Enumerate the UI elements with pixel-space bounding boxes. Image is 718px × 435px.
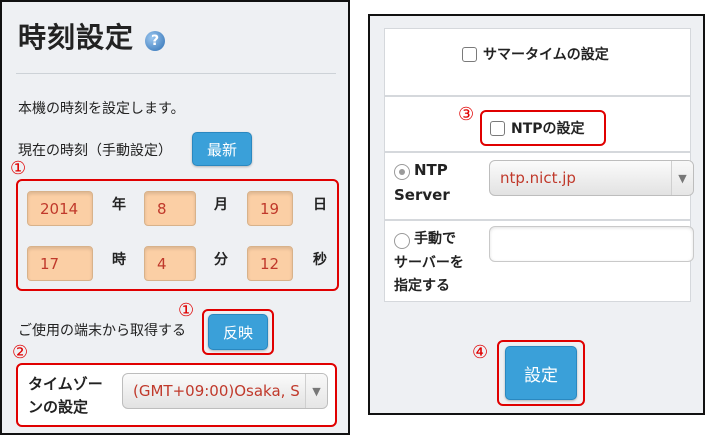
timezone-select[interactable]: (GMT+09:00)Osaka, S ▼ — [122, 373, 328, 409]
month-field[interactable]: 8 — [144, 191, 196, 226]
submit-button[interactable]: 設定 — [505, 346, 577, 400]
timezone-label-line2: ンの設定 — [28, 398, 89, 416]
ntp-server-radio[interactable] — [394, 164, 410, 180]
annotation-3: ③ — [458, 104, 475, 125]
ntp-settings-panel: サマータイムの設定 ③ NTPの設定 NTP Server ntp.nict.j… — [368, 14, 705, 415]
year-unit: 年 — [112, 197, 126, 213]
manual-label-line2: サーバーを — [394, 255, 464, 271]
ntp-checkbox-group[interactable]: NTPの設定 — [490, 118, 585, 138]
page-title: 時刻設定 — [18, 21, 135, 54]
manual-server-input[interactable] — [489, 226, 694, 262]
ntp-server-label-line1: NTP — [414, 161, 448, 179]
minute-unit: 分 — [214, 252, 228, 268]
divider — [16, 73, 336, 74]
annotation-1: ① — [10, 158, 27, 179]
second-unit: 秒 — [313, 252, 327, 268]
annotation-4: ④ — [472, 342, 489, 363]
year-field[interactable]: 2014 — [27, 191, 93, 226]
annotation-2: ② — [12, 342, 29, 363]
dst-checkbox-group[interactable]: サマータイムの設定 — [462, 44, 609, 64]
annotation-1b: ① — [178, 300, 195, 321]
day-field[interactable]: 19 — [247, 191, 293, 226]
minute-field[interactable]: 4 — [144, 246, 196, 281]
hour-unit: 時 — [112, 252, 126, 268]
manual-label-line3: 指定する — [394, 278, 450, 294]
time-settings-panel: 時刻設定 ? 本機の時刻を設定します。 現在の時刻（手動設定） 最新 ① 201… — [0, 0, 350, 435]
description-text: 本機の時刻を設定します。 — [18, 101, 185, 117]
dst-checkbox[interactable] — [462, 46, 477, 62]
month-unit: 月 — [214, 197, 228, 213]
ntp-checkbox[interactable] — [490, 120, 505, 136]
dst-label: サマータイムの設定 — [483, 47, 609, 63]
manual-server-radio[interactable] — [394, 233, 410, 249]
ntp-label: NTPの設定 — [511, 121, 585, 137]
ntp-server-select[interactable]: ntp.nict.jp ▼ — [489, 160, 694, 196]
ntp-server-label-line2: Server — [394, 186, 450, 204]
device-time-label: ご使用の端末から取得する — [18, 323, 186, 339]
ntp-server-value: ntp.nict.jp — [500, 169, 576, 187]
chevron-down-icon: ▼ — [671, 161, 693, 195]
second-field[interactable]: 12 — [247, 246, 293, 281]
current-time-label: 現在の時刻（手動設定） — [18, 143, 172, 159]
day-unit: 日 — [313, 197, 327, 213]
manual-label-line1: 手動で — [414, 231, 456, 247]
chevron-down-icon: ▼ — [305, 374, 327, 408]
apply-button[interactable]: 反映 — [208, 314, 268, 350]
hour-field[interactable]: 17 — [27, 246, 93, 281]
timezone-value: (GMT+09:00)Osaka, S — [133, 382, 300, 400]
refresh-button[interactable]: 最新 — [192, 132, 252, 166]
help-icon[interactable]: ? — [145, 31, 165, 51]
timezone-label-line1: タイムゾー — [28, 375, 103, 393]
